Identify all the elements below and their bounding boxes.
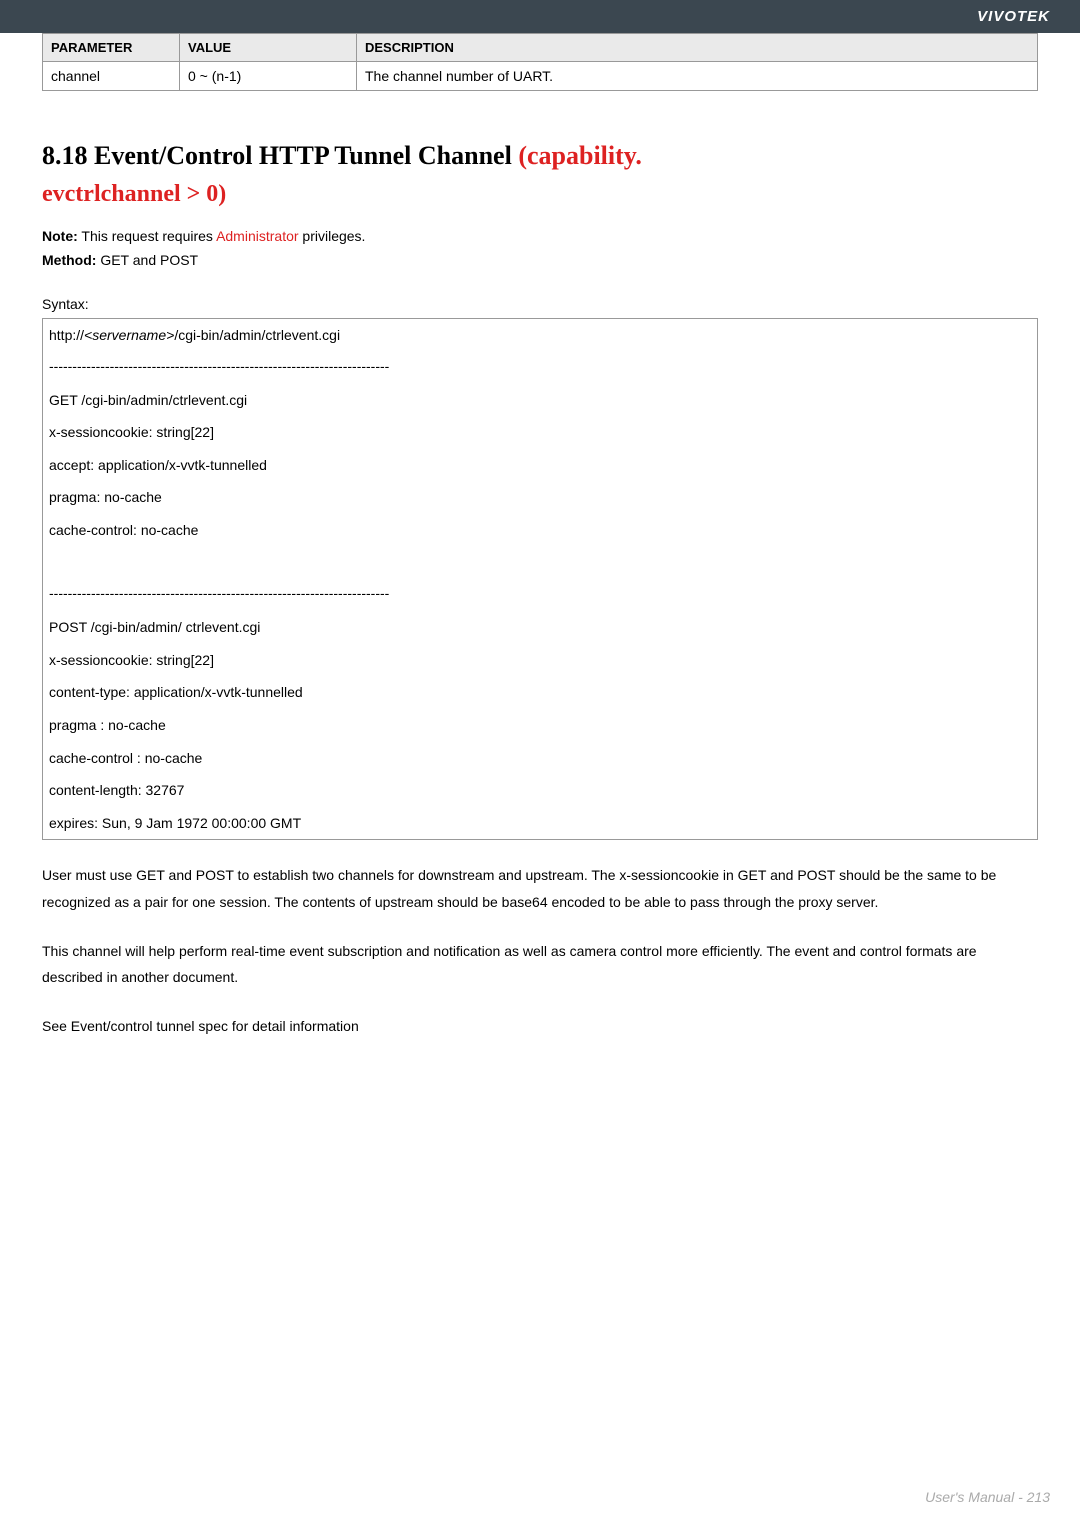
get-line: accept: application/x-vvtk-tunnelled (43, 449, 1037, 482)
section-heading: 8.18 Event/Control HTTP Tunnel Channel (… (42, 141, 1038, 171)
cell-parameter: channel (43, 62, 180, 91)
get-line: pragma: no-cache (43, 481, 1037, 514)
section-subheading: evctrlchannel > 0) (42, 181, 1038, 208)
url-suffix: /cgi-bin/admin/ctrlevent.cgi (174, 327, 340, 343)
th-description: DESCRIPTION (357, 34, 1038, 62)
url-prefix: http:// (49, 327, 84, 343)
get-line: x-sessioncookie: string[22] (43, 416, 1037, 449)
post-line: pragma : no-cache (43, 709, 1037, 742)
syntax-block: http://<servername>/cgi-bin/admin/ctrlev… (42, 318, 1038, 840)
footer-text: User's Manual - 213 (925, 1489, 1050, 1505)
table-header-row: PARAMETER VALUE DESCRIPTION (43, 34, 1038, 62)
note-label: Note: (42, 228, 78, 244)
method-line: Method: GET and POST (42, 252, 1038, 268)
footer: User's Manual - 213 (925, 1489, 1050, 1505)
section-number: 8.18 (42, 141, 88, 170)
post-line: cache-control : no-cache (43, 742, 1037, 775)
page: VIVOTEK PARAMETER VALUE DESCRIPTION chan… (0, 0, 1080, 1527)
method-label: Method: (42, 252, 96, 268)
method-value: GET and POST (100, 252, 198, 268)
brand-text: VIVOTEK (977, 8, 1050, 25)
get-line: GET /cgi-bin/admin/ctrlevent.cgi (43, 384, 1037, 417)
cell-value: 0 ~ (n-1) (180, 62, 357, 91)
body-paragraph-2: This channel will help perform real-time… (42, 938, 1038, 991)
syntax-label: Syntax: (42, 296, 1038, 312)
blank-line (43, 547, 1037, 580)
section-title-black: Event/Control HTTP Tunnel Channel (94, 141, 512, 170)
url-servername: <servername> (84, 327, 174, 343)
th-value: VALUE (180, 34, 357, 62)
table-row: channel 0 ~ (n-1) The channel number of … (43, 62, 1038, 91)
separator-2: ----------------------------------------… (43, 579, 1037, 611)
post-line: content-type: application/x-vvtk-tunnell… (43, 676, 1037, 709)
section-title-red-1: (capability. (518, 141, 642, 170)
get-line: cache-control: no-cache (43, 514, 1037, 547)
post-line: expires: Sun, 9 Jam 1972 00:00:00 GMT (43, 807, 1037, 840)
post-line: POST /cgi-bin/admin/ ctrlevent.cgi (43, 611, 1037, 644)
parameter-table: PARAMETER VALUE DESCRIPTION channel 0 ~ … (42, 33, 1038, 91)
body-paragraph-3: See Event/control tunnel spec for detail… (42, 1013, 1038, 1040)
th-parameter: PARAMETER (43, 34, 180, 62)
note-text-after: privileges. (302, 228, 365, 244)
header-bar: VIVOTEK (0, 0, 1080, 33)
url-line: http://<servername>/cgi-bin/admin/ctrlev… (43, 319, 1037, 352)
post-line: content-length: 32767 (43, 774, 1037, 807)
cell-description: The channel number of UART. (357, 62, 1038, 91)
note-line: Note: This request requires Administrato… (42, 228, 1038, 244)
note-text-before: This request requires (81, 228, 213, 244)
main-content: PARAMETER VALUE DESCRIPTION channel 0 ~ … (0, 33, 1080, 1101)
body-paragraph-1: User must use GET and POST to establish … (42, 862, 1038, 915)
separator-1: ----------------------------------------… (43, 352, 1037, 384)
note-admin: Administrator (216, 228, 298, 244)
post-line: x-sessioncookie: string[22] (43, 644, 1037, 677)
